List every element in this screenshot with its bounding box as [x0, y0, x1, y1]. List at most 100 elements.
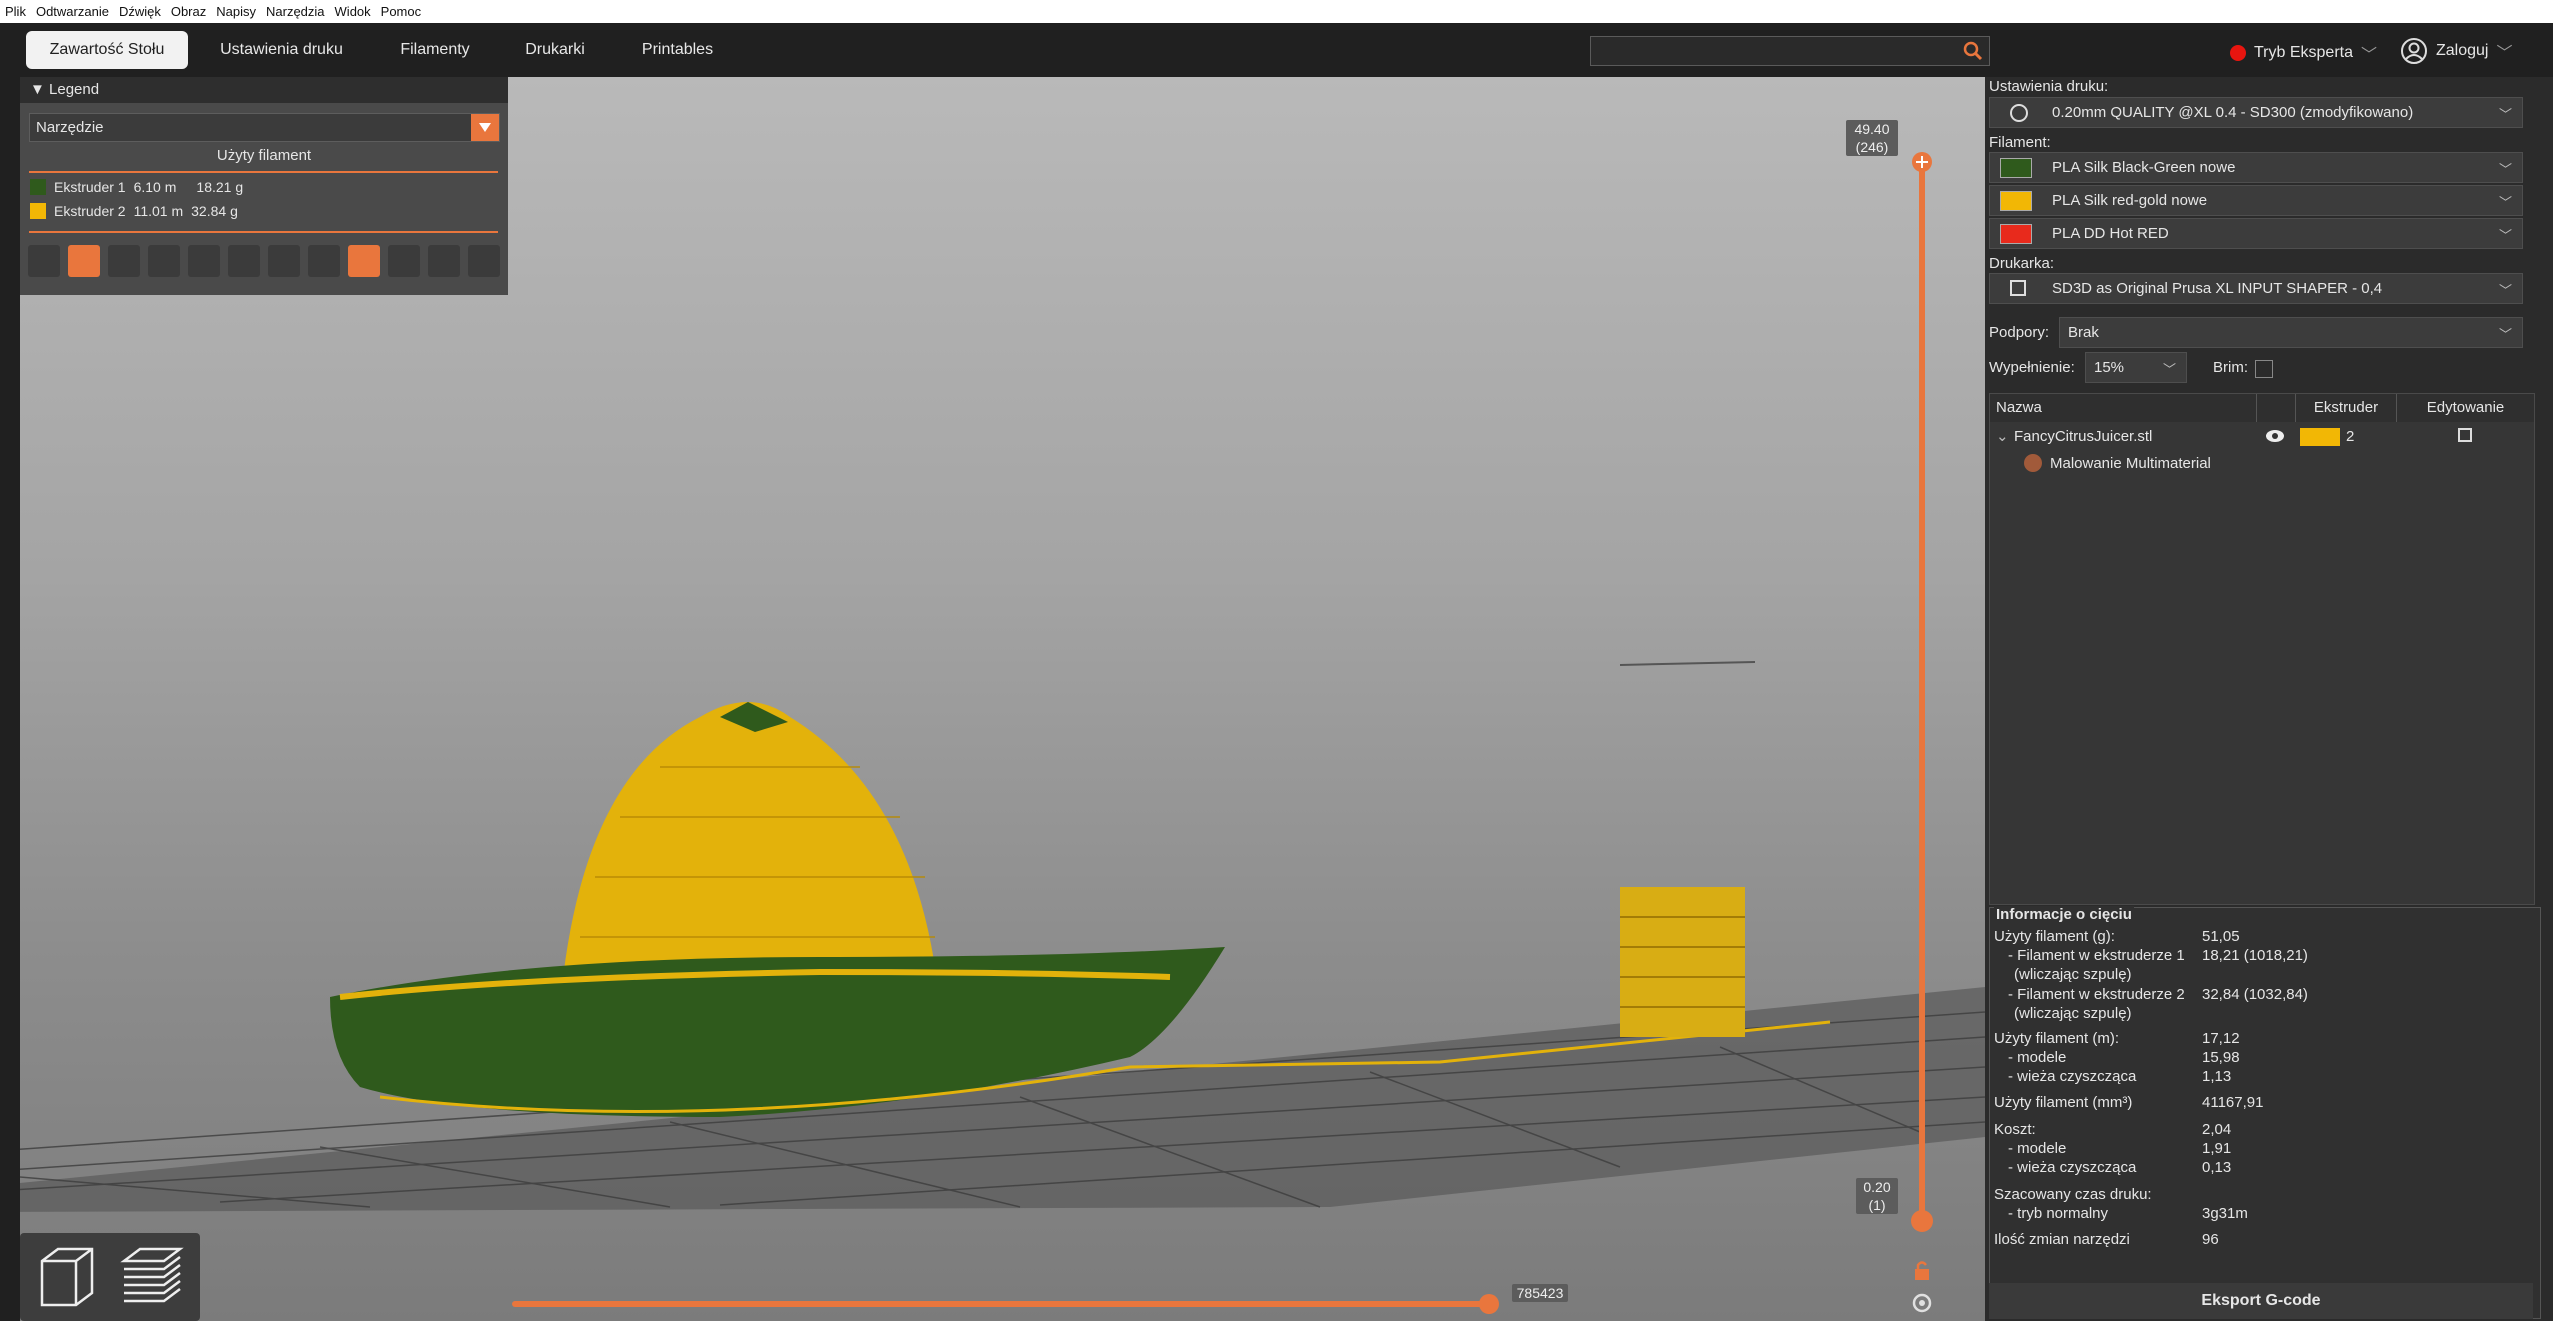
info-row: Szacowany czas druku: [1994, 1186, 2152, 1203]
info-value: 1,13 [2202, 1068, 2232, 1085]
extruder-length: 6.10 m [133, 179, 177, 195]
slider-bottom-handle[interactable] [1910, 1209, 1934, 1233]
print-profile-combo[interactable]: 0.20mm QUALITY @XL 0.4 - SD300 (zmodyfik… [1989, 97, 2523, 128]
supports-combo[interactable]: Brak ﹀ [2059, 317, 2523, 348]
dropdown-arrow-icon[interactable] [471, 114, 499, 141]
info-row: - wieża czyszcząca [2008, 1159, 2137, 1176]
retractions-icon[interactable] [108, 245, 140, 277]
supports-label: Podpory: [1989, 324, 2050, 341]
tab-bar: Zawartość Stołu Ustawienia druku Filamen… [0, 23, 2553, 77]
infill-combo[interactable]: 15% ﹀ [2085, 352, 2187, 383]
user-icon [2401, 38, 2427, 64]
mode-selector[interactable]: Tryb Eksperta ﹀ [2230, 41, 2377, 65]
info-row: (wliczając szpulę) [2014, 1005, 2132, 1022]
chevron-down-icon: ﹀ [2498, 283, 2512, 298]
menu-tools[interactable]: Narzędzia [261, 4, 330, 19]
brim-label: Brim: [2213, 359, 2248, 376]
tool-changes-icon[interactable] [228, 245, 260, 277]
legend-header[interactable]: ▼ Legend [20, 77, 508, 103]
menu-video[interactable]: Obraz [166, 4, 211, 19]
preview-layers-icon[interactable] [116, 1241, 188, 1313]
eye-icon[interactable] [2265, 429, 2285, 443]
travel-icon[interactable] [28, 245, 60, 277]
info-row: Koszt: [1994, 1121, 2036, 1138]
legend-title: Legend [49, 81, 100, 98]
info-value: 18,21 (1018,21) [2202, 947, 2308, 964]
info-value: 1,91 [2202, 1140, 2232, 1157]
extruder-color-swatch[interactable] [2300, 428, 2340, 446]
seams-icon[interactable] [188, 245, 220, 277]
slider-top-label: 49.40 (246) [1846, 120, 1898, 156]
filament-combo-2[interactable]: PLA Silk red-gold nowe ﹀ [1989, 185, 2523, 216]
printer-value: SD3D as Original Prusa XL INPUT SHAPER -… [2052, 280, 2383, 297]
shells-icon[interactable] [428, 245, 460, 277]
brim-checkbox[interactable] [2255, 360, 2273, 378]
extruder-length: 11.01 m [133, 203, 184, 219]
slider-top-layer: (246) [1855, 139, 1889, 155]
extruder-name: Ekstruder 2 [54, 203, 126, 219]
divider [29, 171, 498, 173]
edit-icon[interactable] [2458, 428, 2472, 442]
color-swatch[interactable] [2000, 191, 2032, 211]
printer-label: Drukarka: [1989, 255, 2055, 272]
search-icon[interactable] [1963, 41, 1983, 61]
chevron-down-icon: ﹀ [2162, 362, 2176, 377]
extruder-weight: 18.21 g [196, 179, 244, 195]
export-gcode-button[interactable]: Eksport G-code [1989, 1283, 2533, 1319]
menu-view[interactable]: Widok [330, 4, 376, 19]
slider-top-handle[interactable] [1911, 151, 1933, 173]
filament-combo-1[interactable]: PLA Silk Black-Green nowe ﹀ [1989, 152, 2523, 183]
info-row: - tryb normalny [2008, 1205, 2109, 1222]
login-button[interactable]: Zaloguj ﹀ [2400, 37, 2513, 65]
sidebar: Ustawienia druku: 0.20mm QUALITY @XL 0.4… [1985, 77, 2553, 1321]
menu-audio[interactable]: Dźwięk [114, 4, 166, 19]
login-label: Zaloguj [2436, 42, 2489, 59]
legend-row-extruder-1: Ekstruder 1 6.10 m 18.21 g [30, 179, 243, 195]
table-row[interactable]: ⌄ FancyCitrusJuicer.stl 2 [1990, 424, 2534, 450]
menu-subtitles[interactable]: Napisy [211, 4, 261, 19]
column-visibility[interactable] [2257, 394, 2296, 422]
3d-view-icon[interactable] [34, 1243, 98, 1311]
search-input[interactable] [1590, 36, 1990, 66]
lock-icon[interactable] [1912, 1260, 1932, 1282]
custom-gcode-icon[interactable] [348, 245, 380, 277]
list-item[interactable]: Malowanie Multimaterial [2024, 452, 2524, 476]
filament-name: PLA DD Hot RED [2052, 225, 2169, 242]
menu-help[interactable]: Pomoc [376, 4, 426, 19]
color-changes-icon[interactable] [268, 245, 300, 277]
center-of-gravity-icon[interactable] [388, 245, 420, 277]
menu-playback[interactable]: Odtwarzanie [31, 4, 114, 19]
color-swatch[interactable] [2000, 158, 2032, 178]
mode-label: Tryb Eksperta [2254, 44, 2353, 61]
expert-mode-icon [2230, 45, 2246, 61]
filament-combo-3[interactable]: PLA DD Hot RED ﹀ [1989, 218, 2523, 249]
move-slider-track[interactable] [512, 1301, 1489, 1307]
pause-prints-icon[interactable] [308, 245, 340, 277]
chevron-down-icon[interactable]: ⌄ [1996, 427, 2009, 445]
wipe-icon[interactable] [68, 245, 100, 277]
tab-plater[interactable]: Zawartość Stołu [26, 31, 188, 69]
view-toggle [20, 1233, 200, 1321]
column-editing[interactable]: Edytowanie [2397, 394, 2534, 422]
tool-marker-icon[interactable] [468, 245, 500, 277]
tab-printers[interactable]: Drukarki [505, 31, 605, 69]
cog-icon[interactable] [1911, 1292, 1933, 1314]
printer-combo[interactable]: SD3D as Original Prusa XL INPUT SHAPER -… [1989, 273, 2523, 304]
color-swatch[interactable] [2000, 224, 2032, 244]
legend-subtitle: Użyty filament [216, 147, 312, 164]
column-extruder[interactable]: Ekstruder [2296, 394, 2397, 422]
move-slider-handle[interactable] [1478, 1293, 1500, 1315]
color-swatch [30, 179, 46, 195]
tab-print-settings[interactable]: Ustawienia druku [204, 31, 359, 69]
layer-slider-track[interactable] [1919, 163, 1925, 1222]
info-row: Użyty filament (m): [1994, 1030, 2120, 1047]
tab-filaments[interactable]: Filamenty [380, 31, 490, 69]
menu-file[interactable]: Plik [0, 4, 31, 19]
deretractions-icon[interactable] [148, 245, 180, 277]
tab-printables[interactable]: Printables [625, 31, 730, 69]
column-name[interactable]: Nazwa [1990, 394, 2257, 422]
object-extruder: 2 [2346, 428, 2355, 445]
filament-name: PLA Silk red-gold nowe [2052, 192, 2208, 209]
view-type-select[interactable]: Narzędzie [29, 113, 500, 142]
divider [29, 231, 498, 233]
